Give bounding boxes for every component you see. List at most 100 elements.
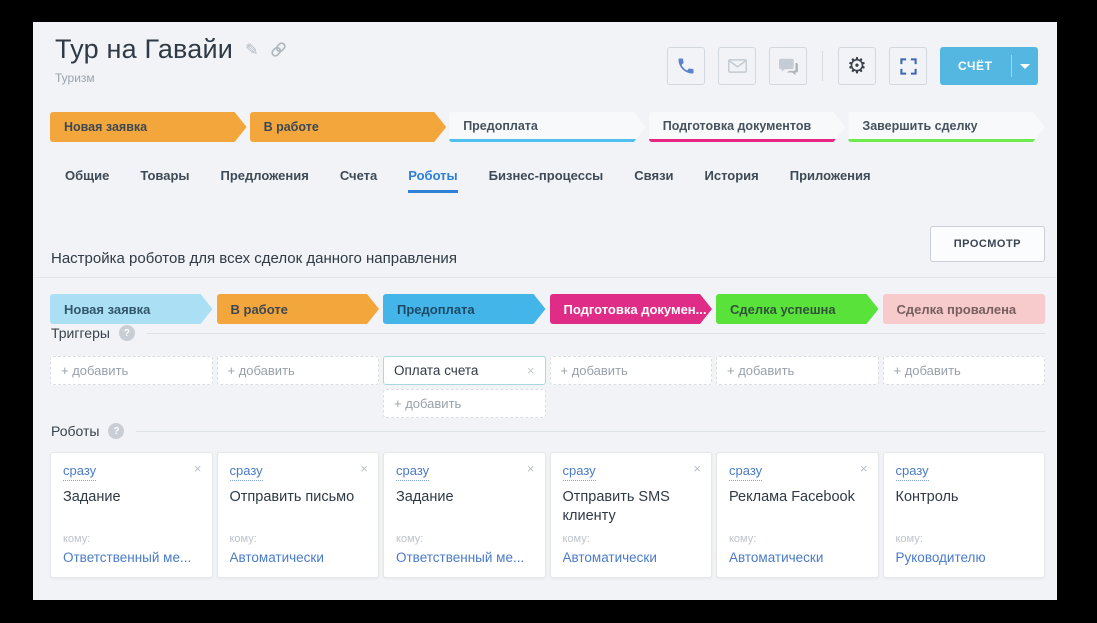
robot-card[interactable]: сразу × Отправить письмо кому: Автоматич… xyxy=(217,452,380,578)
lead-tabs: Общие Товары Предложения Счета Роботы Би… xyxy=(65,168,871,193)
robots-pipeline: Новая заявка В работе Предоплата Подгото… xyxy=(50,294,1045,324)
pipeline-stage[interactable]: Сделка успешна xyxy=(716,294,879,324)
status-stage[interactable]: Новая заявка xyxy=(50,112,247,142)
robot-card[interactable]: сразу × Задание кому: Ответственный ме..… xyxy=(50,452,213,578)
pipeline-stage[interactable]: Новая заявка xyxy=(50,294,213,324)
trigger-item[interactable]: Оплата счета × xyxy=(383,356,546,385)
robot-when-link[interactable]: сразу xyxy=(896,463,929,481)
robot-to-label: кому: xyxy=(896,533,1033,545)
robot-when-link[interactable]: сразу xyxy=(230,463,263,481)
status-stage[interactable]: Предоплата xyxy=(449,112,646,142)
phone-icon xyxy=(676,56,696,76)
app-frame: Тур на Гавайи ✎ Туризм ⚙ СЧЁТ xyxy=(33,22,1057,600)
pipeline-name-label: Туризм xyxy=(55,71,287,85)
trigger-column: Оплата счета × + добавить xyxy=(383,356,546,418)
trigger-value: Оплата счета xyxy=(394,363,478,378)
robot-when-link[interactable]: сразу xyxy=(396,463,429,481)
help-icon[interactable]: ? xyxy=(119,325,135,341)
triggers-grid: + добавить + добавить Оплата счета × + д… xyxy=(50,356,1045,418)
chevron-down-icon xyxy=(1020,64,1030,69)
close-icon[interactable]: × xyxy=(360,462,368,475)
page-title: Тур на Гавайи xyxy=(55,34,233,65)
lead-status-pipeline: Новая заявка В работе Предоплата Подгото… xyxy=(50,112,1045,142)
tab-istoriya[interactable]: История xyxy=(705,168,759,193)
close-icon[interactable]: × xyxy=(860,462,868,475)
tab-svyazi[interactable]: Связи xyxy=(634,168,673,193)
add-trigger-button[interactable]: + добавить xyxy=(50,356,213,385)
pipeline-stage[interactable]: Сделка провалена xyxy=(883,294,1046,324)
robots-label: Роботы xyxy=(51,423,99,439)
view-button[interactable]: ПРОСМОТР xyxy=(930,226,1045,262)
tab-tovary[interactable]: Товары xyxy=(140,168,189,193)
close-icon[interactable]: × xyxy=(194,462,202,475)
robot-to-value[interactable]: Автоматически xyxy=(729,550,866,565)
tab-biznes-protsessy[interactable]: Бизнес-процессы xyxy=(489,168,604,193)
link-icon[interactable] xyxy=(270,41,287,58)
robot-to-label: кому: xyxy=(563,533,700,545)
add-trigger-button[interactable]: + добавить xyxy=(550,356,713,385)
pipeline-stage[interactable]: Подготовка докумен... xyxy=(550,294,713,324)
settings-button[interactable]: ⚙ xyxy=(838,47,876,85)
add-trigger-button[interactable]: + добавить xyxy=(883,356,1046,385)
triggers-label: Триггеры xyxy=(51,325,110,341)
robot-to-value[interactable]: Автоматически xyxy=(230,550,367,565)
close-icon[interactable]: × xyxy=(527,364,535,377)
call-button[interactable] xyxy=(667,47,705,85)
tab-predlozheniya[interactable]: Предложения xyxy=(221,168,309,193)
tab-roboty[interactable]: Роботы xyxy=(408,168,457,193)
gear-icon: ⚙ xyxy=(847,55,867,77)
robot-title: Контроль xyxy=(896,488,1033,507)
robot-card[interactable]: сразу × Реклама Facebook кому: Автоматич… xyxy=(716,452,879,578)
add-trigger-button[interactable]: + добавить xyxy=(383,389,546,418)
invoice-button[interactable]: СЧЁТ xyxy=(940,47,1038,85)
close-icon[interactable]: × xyxy=(527,462,535,475)
robot-title: Отправить письмо xyxy=(230,488,367,507)
robot-title: Реклама Facebook xyxy=(729,488,866,507)
close-icon[interactable]: × xyxy=(693,462,701,475)
help-icon[interactable]: ? xyxy=(108,423,124,439)
chat-button[interactable] xyxy=(769,47,807,85)
triggers-header: Триггеры ? xyxy=(51,325,1045,341)
robot-card[interactable]: сразу × Отправить SMS клиенту кому: Авто… xyxy=(550,452,713,578)
add-trigger-button[interactable]: + добавить xyxy=(217,356,380,385)
add-trigger-button[interactable]: + добавить xyxy=(716,356,879,385)
fullscreen-button[interactable] xyxy=(889,47,927,85)
robots-settings-title: Настройка роботов для всех сделок данног… xyxy=(51,250,457,267)
robot-when-link[interactable]: сразу xyxy=(563,463,596,481)
robots-header: Роботы ? xyxy=(51,423,1045,439)
robot-to-value[interactable]: Руководителю xyxy=(896,550,1033,565)
robot-title: Задание xyxy=(396,488,533,507)
invoice-dropdown[interactable] xyxy=(1012,47,1038,85)
robot-title: Задание xyxy=(63,488,200,507)
header-actions: ⚙ СЧЁТ xyxy=(667,47,1038,85)
robot-card[interactable]: сразу Контроль кому: Руководителю xyxy=(883,452,1046,578)
robot-to-value[interactable]: Автоматически xyxy=(563,550,700,565)
robot-when-link[interactable]: сразу xyxy=(63,463,96,481)
email-button[interactable] xyxy=(718,47,756,85)
robot-to-value[interactable]: Ответственный ме... xyxy=(63,550,200,565)
status-stage[interactable]: В работе xyxy=(250,112,447,142)
pipeline-stage[interactable]: В работе xyxy=(217,294,380,324)
section-divider xyxy=(33,277,1057,278)
header-divider xyxy=(822,51,823,81)
robot-when-link[interactable]: сразу xyxy=(729,463,762,481)
edit-pencil-icon[interactable]: ✎ xyxy=(245,40,258,60)
status-stage[interactable]: Завершить сделку xyxy=(848,112,1045,142)
divider-line xyxy=(147,333,1045,334)
status-stage[interactable]: Подготовка документов xyxy=(649,112,846,142)
lead-header: Тур на Гавайи ✎ Туризм xyxy=(55,34,287,85)
robots-grid: сразу × Задание кому: Ответственный ме..… xyxy=(50,452,1045,578)
robot-card[interactable]: сразу × Задание кому: Ответственный ме..… xyxy=(383,452,546,578)
pipeline-stage[interactable]: Предоплата xyxy=(383,294,546,324)
tab-prilozheniya[interactable]: Приложения xyxy=(790,168,871,193)
tab-scheta[interactable]: Счета xyxy=(340,168,377,193)
tab-obshchie[interactable]: Общие xyxy=(65,168,109,193)
divider-line xyxy=(136,431,1045,432)
robot-to-value[interactable]: Ответственный ме... xyxy=(396,550,533,565)
robot-to-label: кому: xyxy=(729,533,866,545)
envelope-icon xyxy=(727,57,748,75)
robot-title: Отправить SMS клиенту xyxy=(563,488,700,526)
robot-to-label: кому: xyxy=(396,533,533,545)
chat-bubbles-icon xyxy=(778,57,799,76)
robot-to-label: кому: xyxy=(230,533,367,545)
